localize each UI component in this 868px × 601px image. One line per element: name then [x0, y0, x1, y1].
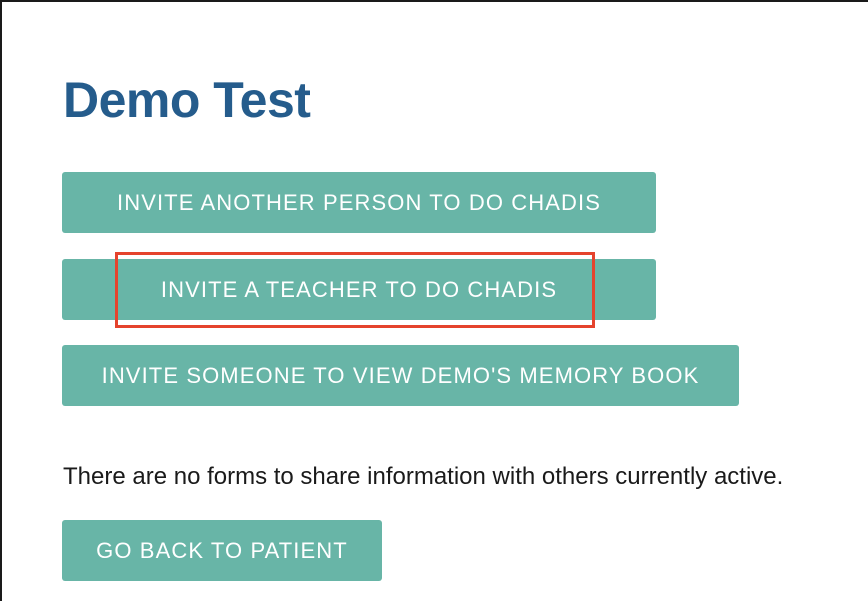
go-back-to-patient-button[interactable]: GO BACK TO PATIENT: [62, 520, 382, 581]
invite-memory-book-button[interactable]: INVITE SOMEONE TO VIEW DEMO'S MEMORY BOO…: [62, 345, 739, 406]
invite-another-person-button[interactable]: INVITE ANOTHER PERSON TO DO CHADIS: [62, 172, 656, 233]
no-forms-message: There are no forms to share information …: [63, 463, 784, 490]
page-frame: Demo Test INVITE ANOTHER PERSON TO DO CH…: [0, 0, 868, 601]
page-title: Demo Test: [63, 72, 311, 128]
invite-teacher-button[interactable]: INVITE A TEACHER TO DO CHADIS: [62, 259, 656, 320]
